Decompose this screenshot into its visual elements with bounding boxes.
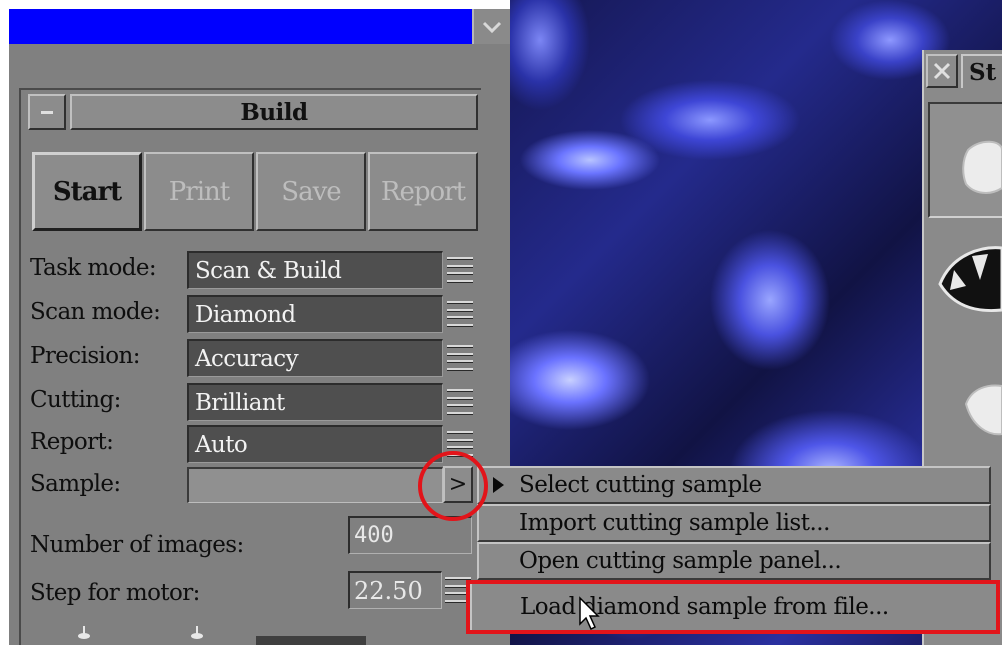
sample-thumbnail[interactable] xyxy=(928,102,1002,218)
report-button[interactable]: Report xyxy=(368,152,478,231)
minimize-button[interactable] xyxy=(28,94,66,130)
number-of-images-label: Number of images: xyxy=(30,532,244,558)
close-icon xyxy=(933,62,951,80)
panel-title: Build xyxy=(70,94,478,130)
precision-label: Precision: xyxy=(30,343,140,369)
number-of-images-input[interactable]: 400 xyxy=(348,516,472,554)
chevron-down-icon xyxy=(482,21,502,33)
close-button[interactable] xyxy=(926,54,958,88)
save-button[interactable]: Save xyxy=(256,152,366,231)
cutting-select[interactable]: Brilliant xyxy=(187,383,443,421)
scan-mode-menu-icon[interactable] xyxy=(445,296,475,332)
menu-item-select-cutting-sample[interactable]: Select cutting sample xyxy=(477,466,991,504)
report-select[interactable]: Auto xyxy=(187,425,443,463)
scan-mode-label: Scan mode: xyxy=(30,299,161,325)
sample-label: Sample: xyxy=(30,471,121,497)
minimize-icon xyxy=(41,110,53,114)
sample-field[interactable] xyxy=(187,467,443,503)
menu-item-open-cutting-sample-panel[interactable]: Open cutting sample panel... xyxy=(477,542,991,580)
precision-menu-icon[interactable] xyxy=(445,340,475,376)
motor-icon xyxy=(191,626,203,639)
annotation-highlight-box xyxy=(466,580,1000,634)
cutting-label: Cutting: xyxy=(30,387,121,413)
mouse-pointer-icon xyxy=(579,596,600,631)
scan-mode-select[interactable]: Diamond xyxy=(187,295,443,333)
motor-icon xyxy=(78,626,90,639)
diamond-thumbnail-icon xyxy=(962,140,1002,194)
submenu-pointer-icon xyxy=(493,477,504,493)
annotation-circle xyxy=(418,451,488,521)
precision-select[interactable]: Accuracy xyxy=(187,339,443,377)
window-menu-button[interactable] xyxy=(472,9,510,44)
bottom-control[interactable] xyxy=(256,636,366,645)
diamond-thumbnail-icon[interactable] xyxy=(932,240,1002,320)
print-button[interactable]: Print xyxy=(144,152,254,231)
report-label: Report: xyxy=(30,429,114,455)
side-window-title: St xyxy=(961,54,1002,88)
task-mode-label: Task mode: xyxy=(30,255,157,281)
task-mode-select[interactable]: Scan & Build xyxy=(187,251,443,289)
task-mode-menu-icon[interactable] xyxy=(445,252,475,288)
start-button[interactable]: Start xyxy=(32,152,142,231)
step-for-motor-input[interactable]: 22.50 xyxy=(348,571,442,609)
cutting-menu-icon[interactable] xyxy=(445,384,475,420)
diamond-thumbnail-icon[interactable] xyxy=(958,380,1002,440)
window-titlebar[interactable] xyxy=(9,9,472,44)
step-for-motor-label: Step for motor: xyxy=(30,580,200,606)
menu-item-import-cutting-sample-list[interactable]: Import cutting sample list... xyxy=(477,504,991,542)
